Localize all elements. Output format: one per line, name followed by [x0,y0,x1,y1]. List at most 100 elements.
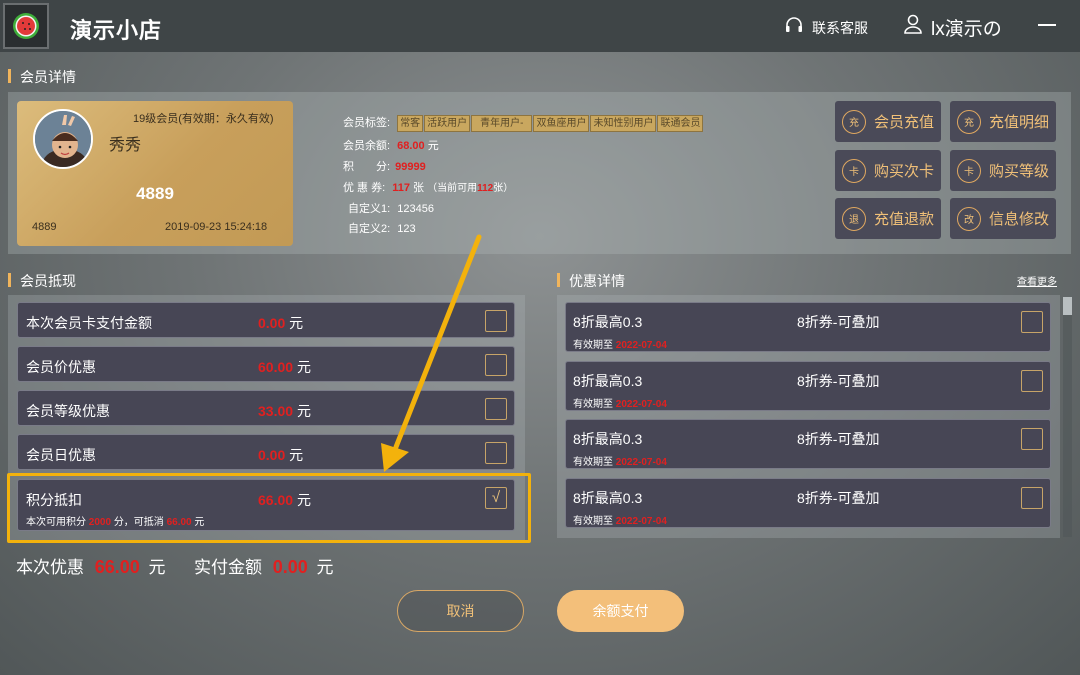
offset-amount: 0.00 [258,315,286,331]
points-label: 积 分: [343,161,391,173]
coupon-expire: 2022-07-04 [615,516,667,527]
coupon-type: 8折券-可叠加 [797,373,880,389]
recharge-icon: 充 [841,109,866,134]
user-name: lx演示の [931,18,1002,40]
buy-times-card-button[interactable]: 卡 购买次卡 [835,150,941,191]
offset-checkbox[interactable] [485,398,507,420]
custom2-value: 123 [397,223,416,235]
offset-amount: 0.00 [258,447,286,463]
member-level: 19级会员(有效期：永久有效) [133,113,274,125]
offset-name: 会员等级优惠 [26,403,110,419]
member-card: 19级会员(有效期：永久有效) 秀秀 4889 4889 2019-09-23 … [17,101,293,246]
tags-label: 会员标签: [343,117,391,129]
coupon-title: 8折最高0.3 [573,373,643,389]
custom1-label: 自定义1: [348,203,391,215]
action-label: 充值退款 [873,211,934,228]
coupon-checkbox[interactable] [1021,428,1043,450]
edit-icon: 改 [956,206,981,231]
offset-row-card-pay[interactable]: 本次会员卡支付金额 0.00 元 [17,302,515,338]
offset-row-member-price[interactable]: 会员价优惠 60.00 元 [17,346,515,382]
member-tag: 活跃用户 [424,115,471,132]
member-tag: 常客 [397,115,424,132]
recharge-detail-button[interactable]: 充 充值明细 [950,101,1056,142]
action-label: 购买次卡 [873,163,934,180]
coupons-avail-suffix: 张） [493,183,514,194]
offset-checkbox[interactable] [485,354,507,376]
total-pay-label: 实付金额 [194,558,262,577]
coupon-checkbox[interactable] [1021,370,1043,392]
coupon-type: 8折券-可叠加 [797,490,880,506]
offset-name: 会员价优惠 [26,359,96,375]
total-discount-value: 66.00 [94,557,140,577]
coupons-value: 117 [392,182,410,194]
coupon-expire-label: 有效期至 [573,340,613,351]
minimize-icon[interactable] [1038,24,1056,26]
member-tag: 双鱼座用户 [533,115,590,132]
offset-amount: 33.00 [258,403,294,419]
action-label: 会员充值 [873,114,934,131]
member-tags: 会员标签: 常客 活跃用户 青年用户- 双鱼座用户 未知性别用户 联通会员 [343,114,704,132]
refund-icon: 退 [841,206,866,231]
user-menu[interactable]: lx演示の [903,13,1002,41]
section-member-detail: 会员详情 [8,67,76,87]
coupon-checkbox[interactable] [1021,487,1043,509]
coupon-item[interactable]: 8折最高0.3 8折券-可叠加 有效期至 2022-07-04 [565,419,1051,469]
coupon-item[interactable]: 8折最高0.3 8折券-可叠加 有效期至 2022-07-04 [565,478,1051,528]
offset-row-level[interactable]: 会员等级优惠 33.00 元 [17,390,515,426]
recharge-refund-button[interactable]: 退 充值退款 [835,198,941,239]
offset-name: 本次会员卡支付金额 [26,315,152,331]
avatar [33,109,93,169]
member-custom2: 自定义2: 123 [348,220,416,236]
coupon-expire: 2022-07-04 [615,340,667,351]
title-bar: 演示小店 联系客服 lx演示の [0,0,1080,52]
cancel-button[interactable]: 取消 [397,590,524,632]
coupon-checkbox[interactable] [1021,311,1043,333]
coupon-expire-label: 有效期至 [573,516,613,527]
app-title: 演示小店 [70,18,163,43]
offset-unit: 元 [296,403,311,419]
coupon-item[interactable]: 8折最高0.3 8折券-可叠加 有效期至 2022-07-04 [565,302,1051,352]
offset-unit: 元 [289,315,304,331]
coupon-scrollbar-thumb[interactable] [1063,297,1072,315]
coupon-type: 8折券-可叠加 [797,431,880,447]
member-recharge-button[interactable]: 充 会员充值 [835,101,941,142]
member-card-number-large: 4889 [136,184,174,203]
total-discount-label: 本次优惠 [16,558,84,577]
support-label: 联系客服 [812,19,868,36]
member-nickname: 秀秀 [109,137,142,154]
coupon-scrollbar[interactable] [1063,297,1072,537]
total-pay-unit: 元 [316,558,334,577]
watermelon-logo-icon [3,3,49,49]
section-discount-detail: 优惠详情 [557,271,625,291]
member-card-number: 4889 [32,221,57,233]
highlight-box [7,473,531,543]
offset-name: 会员日优惠 [26,447,96,463]
offset-row-member-day[interactable]: 会员日优惠 0.00 元 [17,434,515,470]
member-card-date: 2019-09-23 15:24:18 [165,221,268,233]
coupon-title: 8折最高0.3 [573,431,643,447]
contact-support-button[interactable]: 联系客服 [784,16,868,39]
total-discount-unit: 元 [148,558,166,577]
action-label: 信息修改 [988,211,1049,228]
offset-checkbox[interactable] [485,442,507,464]
coupon-expire: 2022-07-04 [615,457,667,468]
coupons-avail-value: 112 [477,183,494,194]
balance-pay-button[interactable]: 余额支付 [557,590,684,632]
buy-level-button[interactable]: 卡 购买等级 [950,150,1056,191]
member-coupons: 优 惠 券: 117 张 （当前可用112张） [343,179,513,195]
action-label: 充值明细 [988,114,1049,131]
balance-unit: 元 [427,140,439,152]
card-icon: 卡 [956,158,981,183]
card-icon: 卡 [841,158,866,183]
coupon-type: 8折券-可叠加 [797,314,880,330]
coupon-expire-label: 有效期至 [573,399,613,410]
total-pay: 实付金额 0.00 元 [194,553,334,578]
section-member-offset: 会员抵现 [8,271,76,291]
see-more-link[interactable]: 查看更多 [1017,273,1057,288]
member-tag: 青年用户- [471,115,533,132]
offset-checkbox[interactable] [485,310,507,332]
total-discount: 本次优惠 66.00 元 [16,553,166,578]
coupons-avail-prefix: （当前可用 [427,183,478,194]
coupon-item[interactable]: 8折最高0.3 8折券-可叠加 有效期至 2022-07-04 [565,361,1051,411]
edit-info-button[interactable]: 改 信息修改 [950,198,1056,239]
